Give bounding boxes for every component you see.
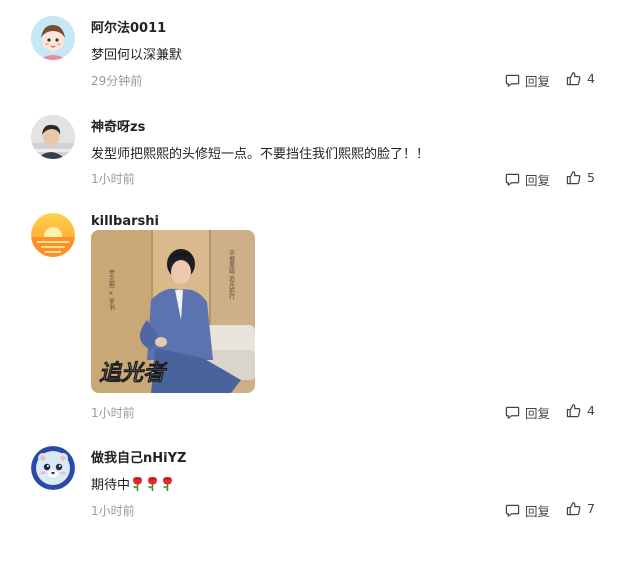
username[interactable]: killbarshi <box>91 214 159 229</box>
comment-image[interactable]: 追光者 罗云熙 × 罗书 不惧黑暗 追光前行 <box>91 230 255 393</box>
like-button[interactable]: 5 <box>566 170 595 185</box>
comment-text: 期待中 <box>91 474 174 493</box>
reply-button[interactable]: 回复 <box>505 71 550 90</box>
timestamp: 1小时前 <box>91 504 135 518</box>
comment-bubble-icon <box>505 74 520 87</box>
like-button[interactable]: 7 <box>566 501 595 516</box>
reply-label: 回复 <box>525 74 551 89</box>
like-button[interactable]: 4 <box>566 71 595 86</box>
timestamp: 1小时前 <box>91 406 135 420</box>
like-count: 4 <box>587 403 595 418</box>
avatar[interactable] <box>31 115 75 159</box>
comment-text: 梦回何以深兼默 <box>91 48 183 63</box>
avatar[interactable] <box>31 213 75 257</box>
timestamp: 29分钟前 <box>91 74 143 88</box>
poster-title: 追光者 <box>99 360 168 386</box>
reply-label: 回复 <box>525 406 551 421</box>
username[interactable]: 做我自己nHiYZ <box>91 447 186 466</box>
thumbs-up-icon <box>566 72 581 86</box>
rose-emoji <box>131 476 174 491</box>
thumbs-up-icon <box>566 502 581 516</box>
reply-label: 回复 <box>525 504 551 519</box>
comment-bubble-icon <box>505 406 520 419</box>
reply-button[interactable]: 回复 <box>505 170 550 189</box>
like-count: 7 <box>587 501 595 516</box>
username[interactable]: 阿尔法0011 <box>91 17 166 36</box>
like-count: 5 <box>587 170 595 185</box>
reply-label: 回复 <box>525 173 551 188</box>
poster-vertical-right: 不惧黑暗 追光前行 <box>228 250 235 301</box>
comment-bubble-icon <box>505 173 520 186</box>
avatar[interactable] <box>31 16 75 60</box>
thumbs-up-icon <box>566 171 581 185</box>
reply-button[interactable]: 回复 <box>505 501 550 520</box>
reply-button[interactable]: 回复 <box>505 403 550 422</box>
thumbs-up-icon <box>566 404 581 418</box>
like-button[interactable]: 4 <box>566 403 595 418</box>
comment-text-body: 期待中 <box>91 478 131 493</box>
comment-text: 发型师把熙熙的头修短一点。不要挡住我们熙熙的脸了！！ <box>91 147 430 162</box>
like-count: 4 <box>587 71 595 86</box>
timestamp: 1小时前 <box>91 172 135 186</box>
poster-vertical-left: 罗云熙 × 罗书 <box>108 270 115 312</box>
avatar[interactable] <box>31 446 75 490</box>
username[interactable]: 神奇呀zs <box>91 116 145 135</box>
comment-bubble-icon <box>505 504 520 517</box>
